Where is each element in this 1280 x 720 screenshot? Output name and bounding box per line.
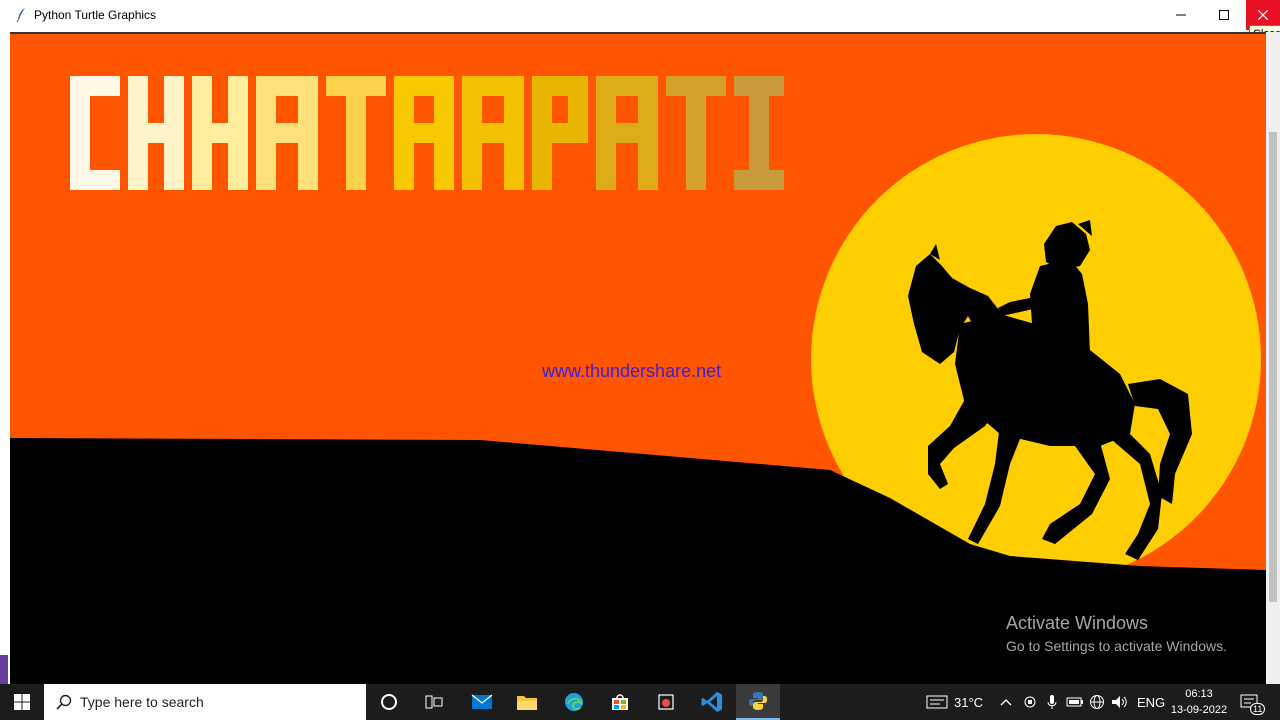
chevron-up-icon	[1000, 699, 1012, 706]
cortana-button[interactable]	[367, 684, 411, 720]
minimize-icon	[1176, 14, 1186, 16]
microphone-icon	[1047, 695, 1057, 709]
window-titlebar[interactable]: Python Turtle Graphics	[0, 0, 1280, 31]
background-window-edge	[0, 655, 8, 685]
meet-now-icon	[1024, 696, 1036, 708]
maximize-button[interactable]	[1201, 0, 1247, 30]
weather-temperature: 31°C	[954, 694, 984, 710]
mail-button[interactable]	[460, 684, 504, 720]
heading-letter-a	[596, 76, 658, 190]
turtle-canvas[interactable]: www.thundershare.net Activate Windows Go…	[10, 32, 1266, 686]
feather-icon	[16, 8, 25, 23]
edge-button[interactable]	[552, 684, 596, 720]
heading-letter-h	[192, 76, 248, 190]
notification-center-button[interactable]: 11	[1240, 684, 1266, 720]
heading-letter-p	[532, 76, 588, 190]
store-icon	[612, 694, 628, 710]
python-turtle-taskbar-button[interactable]	[736, 684, 780, 720]
network-button[interactable]	[1089, 684, 1105, 720]
windows-logo-icon	[14, 694, 30, 710]
close-icon	[1258, 10, 1268, 20]
heading-letter-h	[128, 76, 184, 190]
volume-button[interactable]	[1111, 684, 1129, 720]
heading-letter-i	[734, 76, 784, 190]
battery-icon	[1066, 697, 1083, 707]
heading-letter-t	[666, 76, 726, 190]
maximize-icon	[1219, 10, 1229, 20]
paint-3d-icon	[658, 694, 674, 710]
file-explorer-icon	[517, 696, 537, 710]
language-indicator[interactable]: ENG	[1137, 684, 1165, 720]
heading-letter-a	[462, 76, 524, 190]
window-title: Python Turtle Graphics	[34, 8, 157, 22]
activate-subtitle: Go to Settings to activate Windows.	[1006, 638, 1227, 654]
heading-letter-r	[394, 76, 454, 190]
clock-date: 13-09-2022	[1170, 704, 1228, 716]
weather-widget[interactable]: 31°C	[926, 684, 983, 720]
language-text: ENG	[1137, 694, 1166, 710]
store-button[interactable]	[598, 684, 642, 720]
meet-now-button[interactable]	[1023, 684, 1037, 720]
notification-count: 11	[1250, 703, 1266, 715]
heading-letter-t	[326, 76, 386, 190]
microphone-button[interactable]	[1046, 684, 1058, 720]
heading-letter-a	[256, 76, 318, 190]
website-url-text: www.thundershare.net	[542, 361, 722, 381]
battery-button[interactable]	[1066, 684, 1084, 720]
taskbar-clock[interactable]: 06:13 13-09-2022	[1166, 686, 1232, 718]
chhatrapati-heading	[70, 76, 784, 190]
activate-title: Activate Windows	[1006, 613, 1149, 633]
search-placeholder: Type here to search	[80, 694, 204, 710]
file-explorer-button[interactable]	[505, 684, 549, 720]
taskbar-search-box[interactable]: Type here to search	[44, 684, 366, 720]
vscode-icon	[701, 692, 722, 712]
edge-icon	[565, 693, 583, 711]
search-icon	[56, 694, 72, 710]
vertical-scrollbar[interactable]	[1266, 32, 1280, 684]
activate-windows-watermark: Activate Windows Go to Settings to activ…	[1006, 613, 1227, 654]
taskbar: Type here to search 31°C ENG 06:13 13-09…	[0, 684, 1280, 720]
mail-icon	[471, 694, 493, 709]
start-button[interactable]	[0, 684, 44, 720]
heading-letter-c	[70, 76, 120, 190]
vscode-button[interactable]	[690, 684, 734, 720]
globe-icon	[1090, 695, 1104, 709]
show-hidden-icons-button[interactable]	[1000, 684, 1012, 720]
speaker-icon	[1112, 696, 1127, 708]
task-view-button[interactable]	[412, 684, 456, 720]
weather-icon	[926, 695, 948, 709]
python-icon	[749, 692, 767, 710]
cortana-icon	[381, 694, 397, 710]
clock-time: 06:13	[1185, 688, 1213, 700]
task-view-icon	[425, 695, 443, 709]
paint-3d-button[interactable]	[644, 684, 688, 720]
scrollbar-thumb[interactable]	[1269, 132, 1277, 602]
minimize-button[interactable]	[1158, 0, 1204, 30]
